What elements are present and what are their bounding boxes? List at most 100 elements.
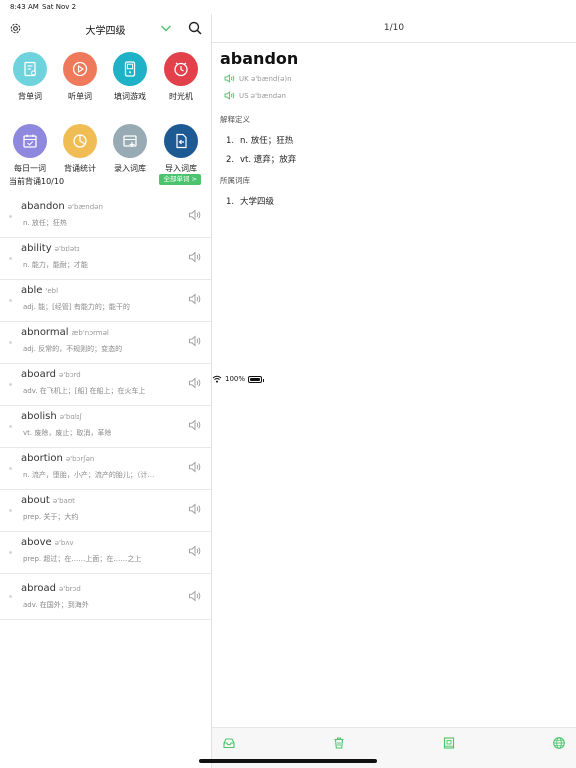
speaker-icon[interactable] [188,335,202,347]
speaker-icon[interactable] [188,545,202,557]
word-text: above [21,537,52,548]
definition-item: 2. vt. 遗弃；放弃 [226,153,296,165]
definition-text: n. 放任；狂热 [240,136,294,146]
word-text: abroad [21,583,56,594]
wordbook-title[interactable]: 大学四级 [0,22,211,37]
list-item[interactable]: above ə'bʌv prep. 超过；在……上面；在……之上 [0,532,211,574]
feature-label: 录入词库 [114,164,146,173]
uk-phonetic: UK ə'bænd(ə)n [239,74,292,83]
status-bar: 8:43 AM Sat Nov 2 100% [0,0,576,383]
speaker-icon[interactable] [188,251,202,263]
feature-label: 导入词库 [165,164,197,173]
list-item[interactable]: ability ə'bɪlətɪ n. 能力，能耐；才能 [0,238,211,280]
feature-recite[interactable]: 背单词 [4,52,56,102]
bullet-dot [9,215,12,218]
uk-pronunciation[interactable]: UK ə'bænd(ə)n [224,74,292,83]
home-indicator [199,759,377,763]
bullet-dot [9,551,12,554]
word-definition: n. 放任；狂热 [23,219,67,227]
speaker-icon[interactable] [188,461,202,473]
word-phonetic: ə'baʊt [52,497,75,505]
search-icon[interactable] [188,21,202,35]
feature-game[interactable]: 填词游戏 [104,52,156,102]
word-phonetic: æb'nɔrməl [71,329,109,337]
word-text: ability [21,243,52,254]
list-item[interactable]: about ə'baʊt prep. 关于；大约 [0,490,211,532]
bullet-dot [9,341,12,344]
feature-timemachine[interactable]: 时光机 [155,52,207,102]
list-item[interactable]: abnormal æb'nɔrməl adj. 反常的，不规则的；变态的 [0,322,211,364]
left-header: 大学四级 [0,14,211,44]
definition-number: 1. [226,136,235,146]
clock-icon [164,52,198,86]
word-phonetic: ə'bændən [67,203,103,211]
word-phonetic: ə'bɔrʃən [65,455,95,463]
speaker-icon[interactable] [188,503,202,515]
speaker-icon[interactable] [188,419,202,431]
speaker-icon [224,91,235,100]
word-text: abnormal [21,327,69,338]
speaker-icon[interactable] [188,377,202,389]
calendar-icon [13,124,47,158]
import-icon [164,124,198,158]
bullet-dot [9,509,12,512]
speaker-icon [224,74,235,83]
detail-header: 1/10 [212,14,576,43]
inbox-icon[interactable] [222,736,236,750]
word-definition: prep. 超过；在……上面；在……之上 [23,555,142,563]
bullet-dot [9,425,12,428]
word-definition: adj. 反常的，不规则的；变态的 [23,345,123,353]
feature-stats[interactable]: 背诵统计 [54,124,106,174]
speaker-icon[interactable] [188,590,202,602]
feature-listen[interactable]: 听单词 [54,52,106,102]
feature-label: 听单词 [68,92,92,101]
trash-icon[interactable] [332,736,346,750]
word-phonetic: ə'brɔd [58,585,81,593]
book-icon[interactable] [442,736,456,750]
us-phonetic: US ə'bændən [239,91,286,100]
status-time: 8:43 AM [10,3,39,11]
feature-import-lib[interactable]: 导入词库 [155,124,207,174]
word-definition: vt. 废除，废止；取消，革除 [23,429,112,437]
definition-number: 2. [226,155,235,165]
feature-label: 每日一词 [14,164,46,173]
all-words-button[interactable]: 全部单词 > [159,174,201,185]
chevron-down-icon[interactable] [160,23,172,33]
play-icon [63,52,97,86]
list-item[interactable]: abroad ə'brɔd adv. 在国外；到海外 [0,574,211,620]
list-item[interactable]: able'ebl adj. 能；[经管] 有能力的；能干的 [0,280,211,322]
word-definition: n. 能力，能耐；才能 [23,261,88,269]
word-definition: adv. 在飞机上；[船] 在船上；在火车上 [23,387,146,395]
definition-section-title: 解释定义 [220,115,250,124]
speaker-icon[interactable] [188,209,202,221]
definition-item: 1. n. 放任；狂热 [226,134,293,146]
library-text: 大学四级 [240,197,275,207]
word-text: able [21,285,43,296]
bullet-dot [9,383,12,386]
list-item[interactable]: abolish ə'bɑlɪʃ vt. 废除，废止；取消，革除 [0,406,211,448]
word-list-pane: 大学四级 背单词 听单词 填词游戏 时光机 每日一词 背诵统计 录入词库 导入词… [0,14,211,768]
word-phonetic: ə'bɑlɪʃ [59,413,82,421]
list-item[interactable]: abortion ə'bɔrʃən n. 流产，堕胎，小产；流产的胎儿；（计… [0,448,211,490]
us-pronunciation[interactable]: US ə'bændən [224,91,286,100]
bullet-dot [9,595,12,598]
definition-text: vt. 遗弃；放弃 [240,155,297,165]
list-item[interactable]: aboard ə'bɔrd adv. 在飞机上；[船] 在船上；在火车上 [0,364,211,406]
list-item[interactable]: abandon ə'bændən n. 放任；狂热 [0,196,211,238]
bullet-dot [9,467,12,470]
word-definition: prep. 关于；大约 [23,513,79,521]
word-phonetic: 'ebl [45,287,59,295]
word-phonetic: ə'bɪlətɪ [54,245,80,253]
feature-label: 时光机 [169,92,193,101]
progress-text: 当前背诵10/10 [9,177,65,186]
word-phonetic: ə'bʌv [54,539,74,547]
speaker-icon[interactable] [188,293,202,305]
feature-label: 背诵统计 [64,164,96,173]
library-number: 1. [226,197,235,207]
feature-add-lib[interactable]: 录入词库 [104,124,156,174]
globe-icon[interactable] [552,736,566,750]
bullet-dot [9,257,12,260]
word-text: abortion [21,453,63,464]
page-indicator: 1/10 [383,23,405,33]
feature-daily[interactable]: 每日一词 [4,124,56,174]
